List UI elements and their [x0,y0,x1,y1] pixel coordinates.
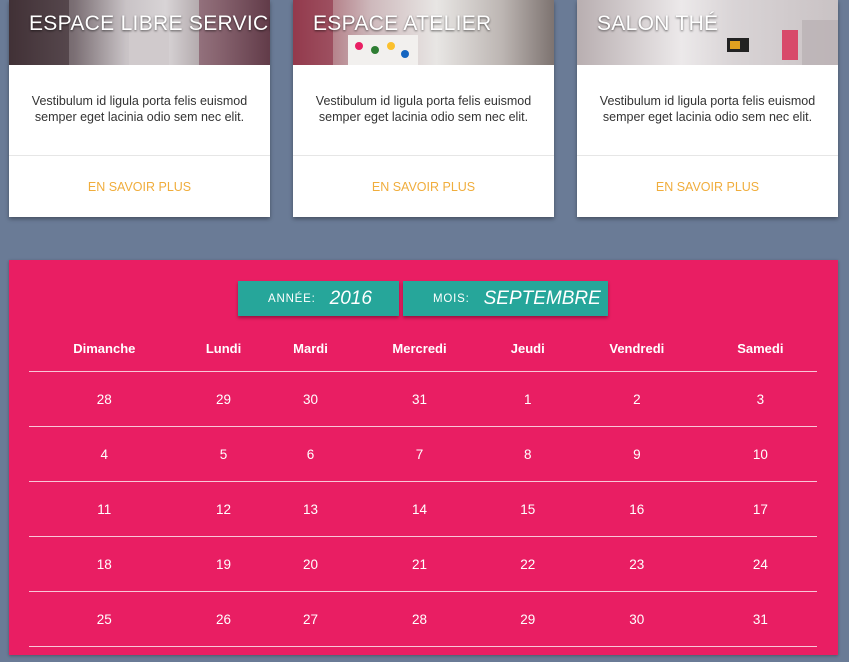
weekday-header: Vendredi [569,325,704,372]
month-value: SEPTEMBRE [483,287,601,309]
calendar-day[interactable]: 14 [353,481,486,537]
weekday-header: Lundi [179,325,268,372]
calendar-day[interactable]: 6 [267,426,354,482]
weekday-header: Mercredi [353,325,486,372]
calendar-day[interactable]: 24 [703,536,817,592]
calendar-day[interactable]: 8 [485,426,570,482]
calendar-day[interactable]: 11 [29,481,180,537]
calendar-day[interactable]: 2 [569,371,704,427]
calendar-day[interactable]: 28 [29,371,180,427]
calendar-day[interactable]: 15 [485,481,570,537]
calendar-day[interactable]: 16 [569,481,704,537]
calendar-week-row: 11 12 13 14 15 16 17 [29,481,817,537]
card-text: Vestibulum id ligula porta felis euismod… [599,94,816,124]
calendar-week-row: 18 19 20 21 22 23 24 [29,536,817,592]
calendar-day[interactable]: 31 [353,371,486,427]
calendar-day[interactable]: 26 [179,591,268,647]
calendar-day[interactable]: 1 [485,371,570,427]
calendar-day[interactable]: 19 [179,536,268,592]
weekday-header-row: Dimanche Lundi Mardi Mercredi Jeudi Vend… [29,325,817,372]
month-selector[interactable]: MOIS: SEPTEMBRE [403,281,608,316]
learn-more-link[interactable]: EN SAVOIR PLUS [577,156,838,194]
card-title: ESPACE ATELIER [313,12,492,35]
calendar-week-row: 4 5 6 7 8 9 10 [29,426,817,482]
calendar-day[interactable]: 3 [703,371,817,427]
learn-more-link[interactable]: EN SAVOIR PLUS [9,156,270,194]
card-text: Vestibulum id ligula porta felis euismod… [31,94,248,124]
calendar-day[interactable]: 10 [703,426,817,482]
calendar-day[interactable]: 25 [29,591,180,647]
calendar-week-row: 25 26 27 28 29 30 31 [29,591,817,647]
calendar-day[interactable]: 30 [569,591,704,647]
calendar-day[interactable]: 5 [179,426,268,482]
calendar-day[interactable]: 9 [569,426,704,482]
calendar-week-row: 28 29 30 31 1 2 3 [29,371,817,427]
card-espace-atelier: ESPACE ATELIER Vestibulum id ligula port… [293,0,554,217]
calendar-day[interactable]: 30 [267,371,354,427]
year-label: ANNÉE: [268,292,316,305]
calendar-day[interactable]: 21 [353,536,486,592]
weekday-header: Mardi [267,325,354,372]
calendar-day[interactable]: 29 [179,371,268,427]
card-espace-libre-service: ESPACE LIBRE SERVICE Vestibulum id ligul… [9,0,270,217]
calendar-day[interactable]: 22 [485,536,570,592]
month-label: MOIS: [433,292,470,305]
card-salon-the: SALON THÉ Vestibulum id ligula porta fel… [577,0,838,217]
calendar-day[interactable]: 13 [267,481,354,537]
calendar-day[interactable]: 31 [703,591,817,647]
year-selector[interactable]: ANNÉE: 2016 [238,281,399,316]
calendar-day[interactable]: 7 [353,426,486,482]
weekday-header: Samedi [703,325,817,372]
year-value: 2016 [329,287,372,309]
calendar-day[interactable]: 27 [267,591,354,647]
card-image: SALON THÉ [577,0,838,65]
calendar-panel: ANNÉE: 2016 MOIS: SEPTEMBRE Dimanche Lun… [9,260,838,655]
calendar-day[interactable]: 18 [29,536,180,592]
learn-more-link[interactable]: EN SAVOIR PLUS [293,156,554,194]
card-text: Vestibulum id ligula porta felis euismod… [315,94,532,124]
calendar-day[interactable]: 4 [29,426,180,482]
weekday-header: Dimanche [29,325,180,372]
card-image: ESPACE ATELIER [293,0,554,65]
cards-section: ESPACE LIBRE SERVICE Vestibulum id ligul… [0,0,849,218]
card-title: SALON THÉ [597,12,719,35]
calendar-day[interactable]: 12 [179,481,268,537]
card-image: ESPACE LIBRE SERVICE [9,0,270,65]
calendar-day[interactable]: 20 [267,536,354,592]
calendar-day[interactable]: 29 [485,591,570,647]
calendar-grid: Dimanche Lundi Mardi Mercredi Jeudi Vend… [29,325,817,647]
calendar-day[interactable]: 23 [569,536,704,592]
weekday-header: Jeudi [485,325,570,372]
calendar-day[interactable]: 17 [703,481,817,537]
calendar-day[interactable]: 28 [353,591,486,647]
card-title: ESPACE LIBRE SERVICE [29,12,270,35]
